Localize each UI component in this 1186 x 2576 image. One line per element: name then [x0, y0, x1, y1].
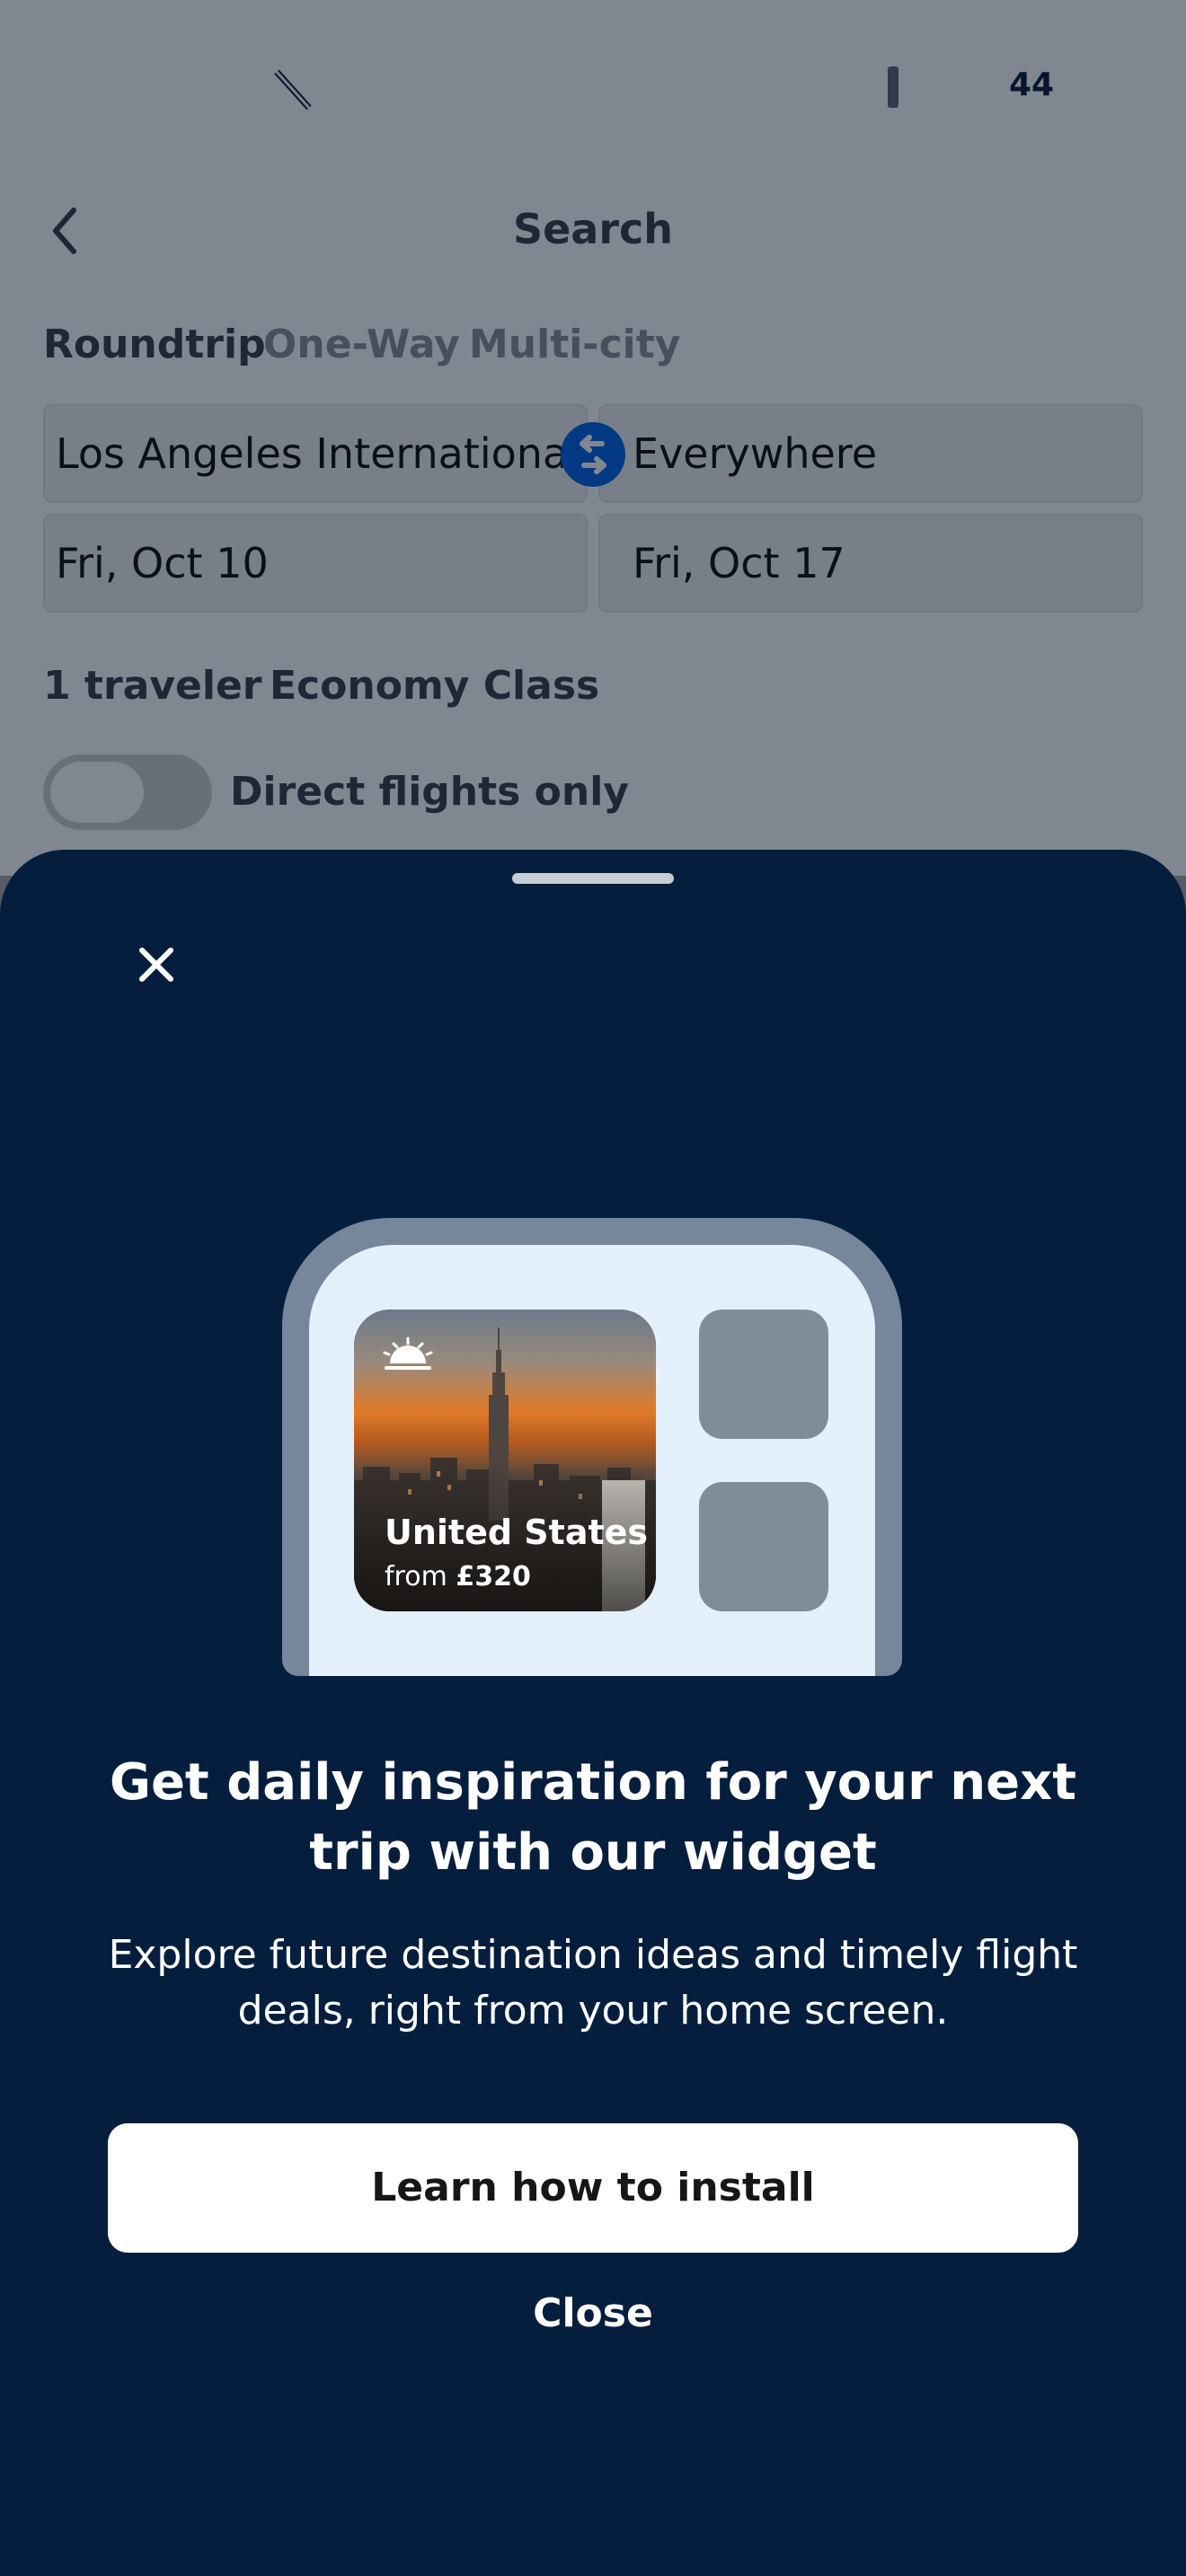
widget-card: United States from £320 [354, 1310, 656, 1611]
widget-destination: United States [385, 1513, 649, 1552]
widget-placeholder-tile [699, 1482, 828, 1611]
widget-price-value: £320 [456, 1561, 531, 1592]
widget-price-prefix: from [385, 1561, 447, 1592]
learn-how-to-install-button[interactable]: Learn how to install [108, 2123, 1078, 2253]
sheet-grabber[interactable] [512, 873, 674, 884]
close-button[interactable]: Close [413, 2260, 773, 2368]
widget-promo-sheet: United States from £320 Get daily inspir… [0, 850, 1186, 2576]
sheet-headline: Get daily inspiration for your next trip… [109, 1753, 1076, 1882]
close-icon[interactable] [133, 941, 180, 988]
widget-price: from £320 [385, 1561, 531, 1592]
phone-screen: United States from £320 [309, 1245, 875, 1676]
sheet-description: Explore future destination ideas and tim… [108, 1932, 1078, 2033]
widget-illustration: United States from £320 [282, 1218, 902, 1676]
sunrise-icon [383, 1337, 433, 1370]
widget-placeholder-tile [699, 1310, 828, 1439]
